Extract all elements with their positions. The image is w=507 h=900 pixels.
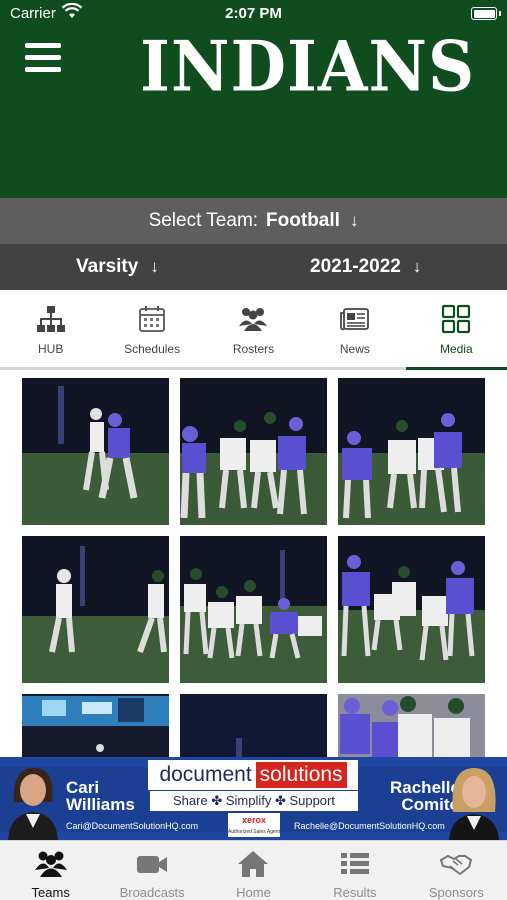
level-value: Varsity <box>76 256 139 277</box>
tab-label: HUB <box>38 342 64 356</box>
media-grid <box>0 378 507 758</box>
season-dropdown[interactable]: 2021-2022 ↓ <box>310 244 421 290</box>
bottom-tab-label: Teams <box>31 885 70 900</box>
bottom-tab-label: Broadcasts <box>119 885 185 900</box>
list-icon <box>340 853 369 874</box>
people-group-icon <box>239 308 268 331</box>
select-team-label: Select Team: <box>148 210 259 231</box>
bottom-tab-home[interactable]: Home <box>203 841 304 900</box>
selected-team: Football <box>266 210 340 231</box>
app-header: Carrier 2:07 PM INDIANS <box>0 0 507 198</box>
filter-bar: Varsity ↓ 2021-2022 ↓ <box>0 244 507 290</box>
media-photo[interactable] <box>338 694 485 758</box>
bottom-tab-sponsors[interactable]: Sponsors <box>406 841 507 900</box>
grid-icon <box>442 304 471 334</box>
sponsor-ad-banner[interactable]: Cari Williams Cari@DocumentSolutionHQ.com… <box>0 757 507 840</box>
hamburger-menu-icon[interactable] <box>25 43 61 73</box>
agent-email-right: Rachelle@DocumentSolutionHQ.com <box>294 821 445 831</box>
tab-label: Rosters <box>232 342 275 356</box>
bottom-tab-results[interactable]: Results <box>304 841 405 900</box>
bottom-tab-label: Sponsors <box>428 885 484 900</box>
bottom-tab-label: Home <box>236 885 271 900</box>
tab-label: News <box>339 342 370 356</box>
season-value: 2021-2022 <box>310 256 401 277</box>
logo-word: solutions <box>255 762 347 788</box>
agent-email-left: Cari@DocumentSolutionHQ.com <box>66 821 199 831</box>
battery-icon <box>471 7 501 20</box>
newspaper-icon <box>339 308 369 331</box>
tab-label: Media <box>439 342 473 356</box>
media-photo[interactable] <box>22 694 169 758</box>
media-photo[interactable] <box>338 378 485 525</box>
tab-label: Schedules <box>124 342 181 356</box>
arrow-down-icon: ↓ <box>150 257 159 276</box>
select-team-dropdown[interactable]: Select Team: Football ↓ <box>0 198 507 244</box>
bottom-tab-bar: Teams Broadcasts Home Results Sponsors <box>0 840 507 900</box>
document-solutions-logo: document solutions <box>148 760 358 790</box>
tab-rosters[interactable]: Rosters <box>203 290 304 370</box>
agent-photo <box>449 768 499 840</box>
arrow-down-icon: ↓ <box>349 211 359 230</box>
xerox-logo: xerox <box>241 815 267 825</box>
tab-hub[interactable]: HUB <box>0 290 101 370</box>
level-dropdown[interactable]: Varsity ↓ <box>76 244 159 290</box>
clock: 2:07 PM <box>225 5 282 22</box>
media-photo[interactable] <box>22 378 169 525</box>
arrow-down-icon: ↓ <box>412 257 422 276</box>
bottom-tab-broadcasts[interactable]: Broadcasts <box>101 841 202 900</box>
tab-schedules[interactable]: Schedules <box>101 290 202 370</box>
media-photo[interactable] <box>180 536 327 683</box>
media-photo[interactable] <box>180 378 327 525</box>
tab-media[interactable]: Media <box>406 290 507 370</box>
bottom-tab-teams[interactable]: Teams <box>0 841 101 900</box>
teams-icon <box>34 851 67 877</box>
ad-tagline: Share ✤ Simplify ✤ Support <box>150 791 358 811</box>
xerox-badge: xerox Authorized Sales Agent <box>228 813 280 837</box>
home-icon <box>238 851 269 877</box>
calendar-icon <box>139 306 165 332</box>
agent-photo <box>8 768 58 840</box>
hub-hierarchy-icon <box>36 306 65 332</box>
handshake-icon <box>440 855 473 875</box>
team-wordmark: INDIANS <box>140 26 476 108</box>
tab-news[interactable]: News <box>304 290 405 370</box>
bottom-tab-label: Results <box>333 885 377 900</box>
agent-name-left: Cari Williams <box>66 778 135 814</box>
media-photo[interactable] <box>22 536 169 683</box>
media-photo[interactable] <box>180 694 327 758</box>
video-camera-icon <box>137 856 168 873</box>
media-photo[interactable] <box>338 536 485 683</box>
status-bar: Carrier 2:07 PM <box>0 0 507 28</box>
active-tab-indicator <box>406 367 507 370</box>
logo-word: document <box>159 763 252 786</box>
section-tabs: HUB Schedules Rosters News Media <box>0 290 507 370</box>
xerox-subtext: Authorized Sales Agent <box>228 829 280 835</box>
